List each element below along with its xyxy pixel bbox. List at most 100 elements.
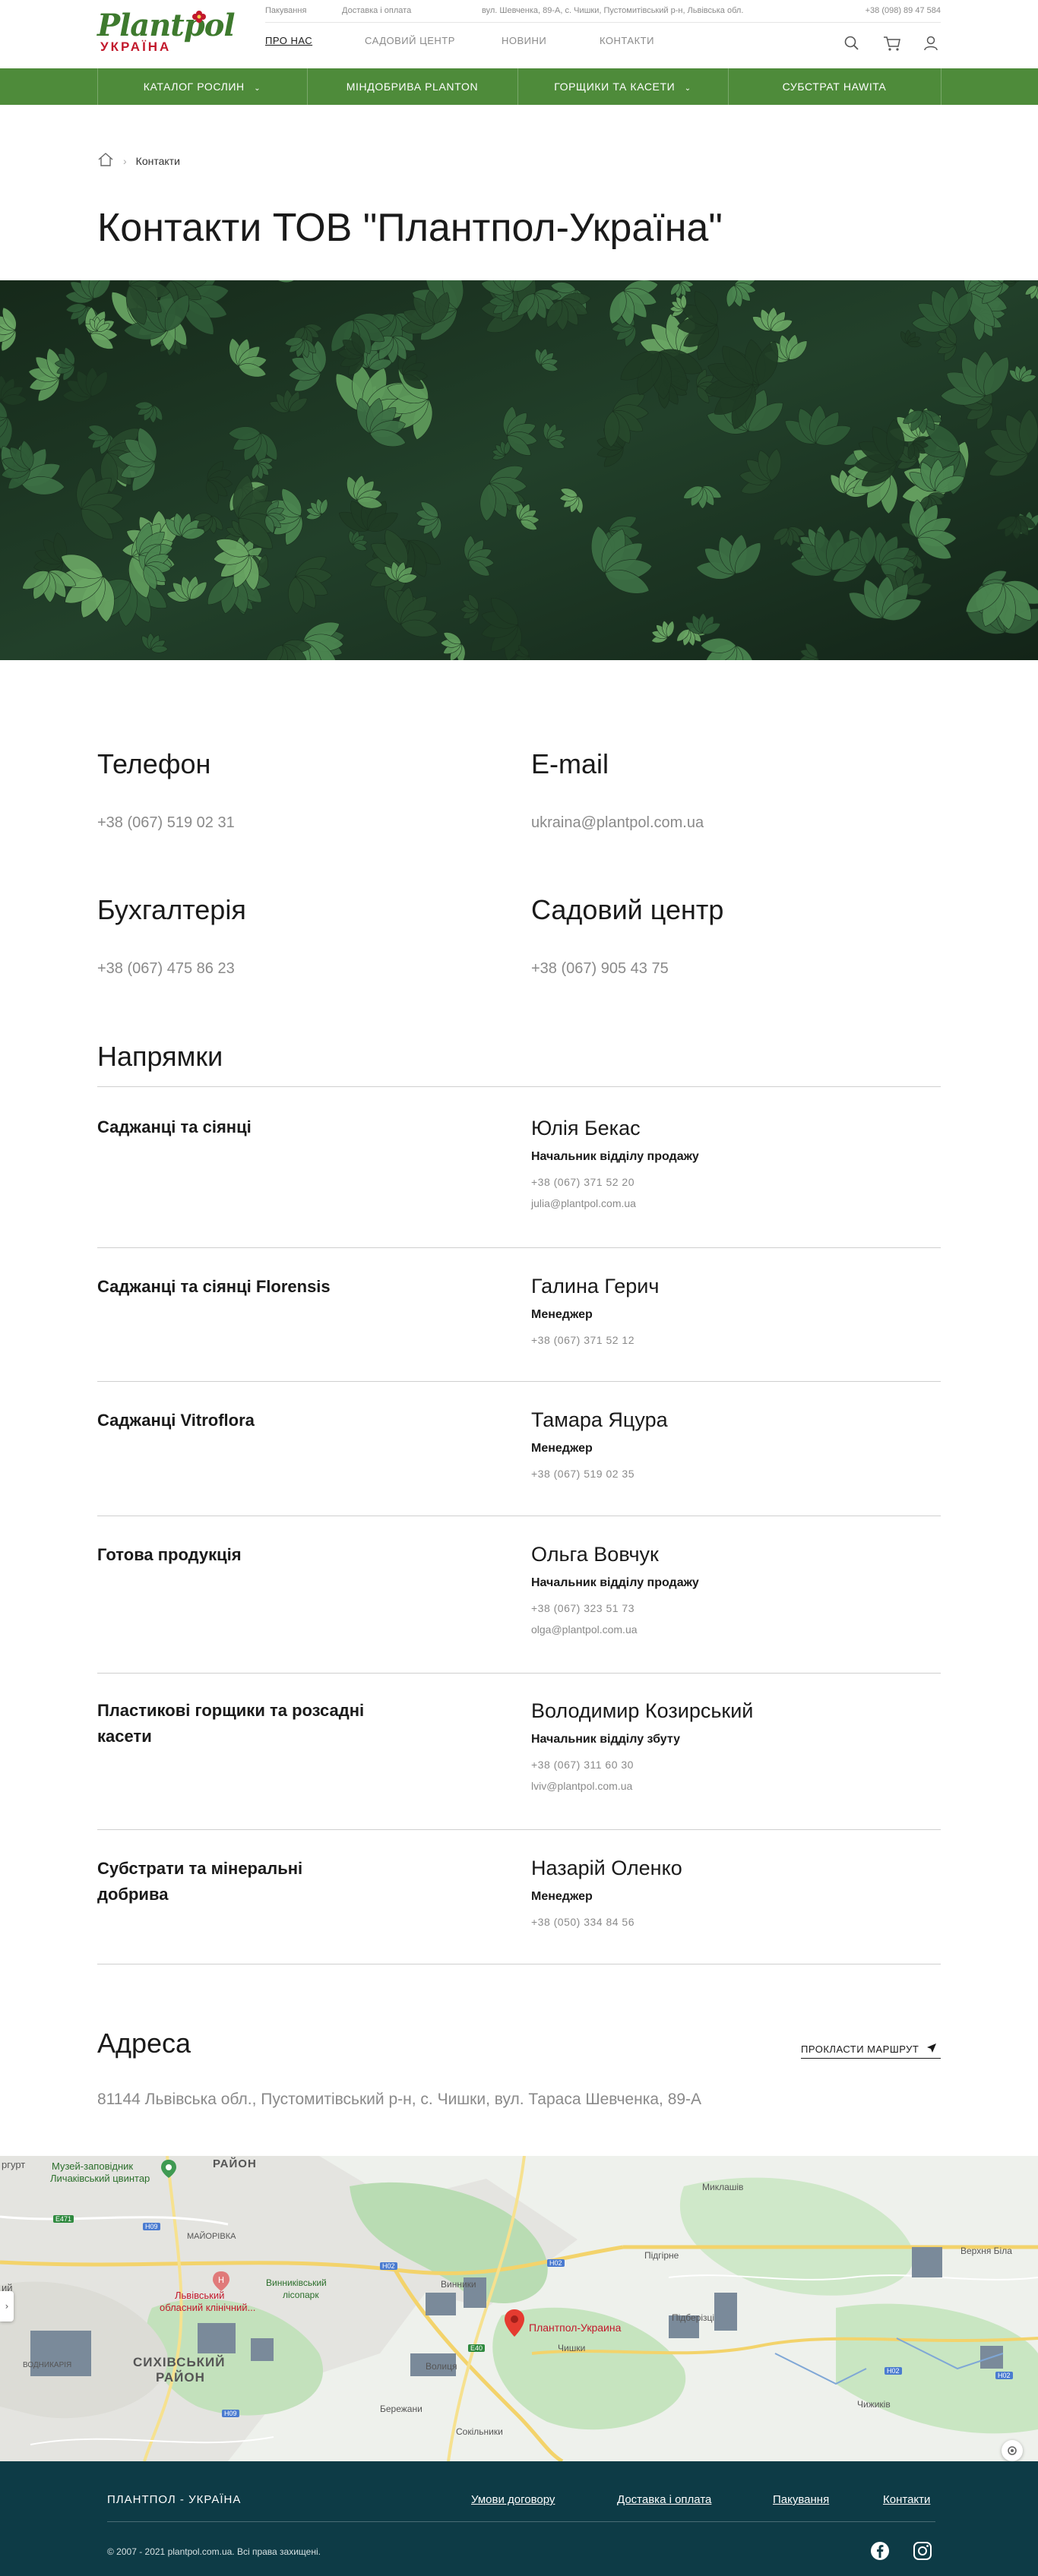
- map-label-hospital-2: обласний клінічний...: [160, 2302, 256, 2313]
- email-title: E-mail: [531, 748, 609, 779]
- navigation-arrow-icon: [926, 2043, 937, 2056]
- road-badge: E40: [468, 2344, 486, 2352]
- contact-person: Ольга Вовчук Начальник відділу продажу +…: [531, 1541, 699, 1636]
- map[interactable]: Музей-заповідник Личаківський цвинтар РА…: [0, 2156, 1038, 2461]
- accounting-value[interactable]: +38 (067) 475 86 23: [97, 960, 235, 978]
- catalog-nav: КАТАЛОГ РОСЛИН ⌄ МІНДОБРИВА PLANTON ГОРЩ…: [0, 68, 1038, 105]
- map-label-plantpol: Плантпол-Украина: [529, 2322, 622, 2334]
- contact-person: Галина Герич Менеджер +38 (067) 371 52 1…: [531, 1273, 659, 1346]
- map-label-sykhiv-2: РАЙОН: [156, 2370, 205, 2385]
- person-role: Начальник відділу збуту: [531, 1733, 680, 1746]
- instagram-icon[interactable]: [912, 2540, 933, 2562]
- footer-terms-link[interactable]: Умови договору: [471, 2493, 555, 2506]
- chevron-down-icon: ⌄: [684, 84, 691, 93]
- cart-icon[interactable]: [883, 35, 901, 53]
- fertilizers-menu[interactable]: МІНДОБРИВА PLANTON: [307, 68, 517, 105]
- map-label-village: Миклашів: [702, 2182, 744, 2192]
- topbar-packaging-link[interactable]: Пакування: [265, 6, 306, 15]
- person-role: Менеджер: [531, 1308, 593, 1321]
- map-label-cropped: ргурт: [2, 2159, 26, 2170]
- chevron-right-icon[interactable]: ›: [0, 2291, 14, 2322]
- map-label-park: Винниківський: [266, 2277, 327, 2288]
- person-name: Галина Герич: [531, 1275, 660, 1297]
- hospital-pin-icon[interactable]: H: [213, 2271, 229, 2294]
- map-label-village: Підберізці: [672, 2312, 715, 2323]
- map-label-village: Верхня Біла: [960, 2246, 1012, 2256]
- map-label-museum: Музей-заповідник: [52, 2160, 134, 2172]
- person-name: Володимир Козирський: [531, 1699, 754, 1722]
- nav-about[interactable]: ПРО НАС: [265, 35, 312, 46]
- divider: [97, 1829, 941, 1830]
- address-text: 81144 Львівська обл., Пустомитівський р-…: [97, 2091, 702, 2108]
- divider: [97, 1673, 941, 1674]
- fertilizers-label: МІНДОБРИВА PLANTON: [346, 81, 479, 93]
- road-badge: H02: [885, 2367, 902, 2375]
- map-label-village: Чижиків: [857, 2399, 891, 2410]
- direction-name: Саджанці та сіянці: [97, 1117, 252, 1136]
- footer-packaging-link[interactable]: Пакування: [773, 2493, 829, 2506]
- map-label-village: Бережани: [380, 2404, 422, 2414]
- nav-contacts[interactable]: КОНТАКТИ: [600, 35, 654, 46]
- nav-garden-center[interactable]: САДОВИЙ ЦЕНТР: [365, 35, 455, 46]
- contact-person: Володимир Козирський Начальник відділу з…: [531, 1698, 753, 1792]
- garden-center-value[interactable]: +38 (067) 905 43 75: [531, 960, 669, 978]
- location-pin-icon[interactable]: [505, 2309, 524, 2340]
- substrate-label: СУБСТРАТ HAWITA: [782, 81, 887, 93]
- catalog-plants-menu[interactable]: КАТАЛОГ РОСЛИН ⌄: [97, 68, 307, 105]
- facebook-icon[interactable]: [869, 2540, 891, 2562]
- email-value[interactable]: ukraina@plantpol.com.ua: [531, 814, 704, 832]
- person-name: Юлія Бекас: [531, 1117, 641, 1139]
- chevron-down-icon: ⌄: [254, 84, 261, 93]
- museum-pin-icon[interactable]: [161, 2160, 176, 2181]
- map-label-sykhiv: СИХІВСЬКИЙ: [133, 2355, 226, 2369]
- phone-value[interactable]: +38 (067) 519 02 31: [97, 814, 235, 832]
- map-label-village: Волиця: [426, 2361, 457, 2372]
- topbar-address: вул. Шевченка, 89-А, с. Чишки, Пустомиті…: [482, 6, 744, 15]
- my-location-icon[interactable]: [1002, 2440, 1023, 2461]
- home-icon[interactable]: [97, 152, 114, 169]
- person-phone[interactable]: +38 (067) 371 52 20: [531, 1176, 699, 1188]
- build-route-button[interactable]: ПРОКЛАСТИ МАРШРУТ: [801, 2040, 941, 2059]
- topbar-phone[interactable]: +38 (098) 89 47 584: [866, 6, 941, 15]
- map-label-village: Чишки: [558, 2343, 586, 2353]
- pots-menu[interactable]: ГОРЩИКИ ТА КАСЕТИ ⌄: [517, 68, 728, 105]
- direction-name: Пластикові горщики та розсадні касети: [97, 1701, 365, 1746]
- topbar-delivery-link[interactable]: Доставка і оплата: [342, 6, 411, 15]
- directions-title: Напрямки: [97, 1041, 223, 1072]
- user-icon[interactable]: [922, 35, 941, 53]
- footer-delivery-link[interactable]: Доставка і оплата: [617, 2493, 711, 2506]
- logo[interactable]: Plantpol УКРАЇНА: [97, 11, 236, 54]
- direction-name: Саджанці Vitroflora: [97, 1411, 255, 1430]
- road-badge: H02: [995, 2372, 1013, 2379]
- map-label-village: Винники: [441, 2279, 476, 2290]
- person-email[interactable]: lviv@plantpol.com.ua: [531, 1780, 753, 1792]
- nav-news[interactable]: НОВИНИ: [502, 35, 546, 46]
- substrate-menu[interactable]: СУБСТРАТ HAWITA: [728, 68, 941, 105]
- person-email[interactable]: julia@plantpol.com.ua: [531, 1197, 699, 1209]
- search-icon[interactable]: [843, 35, 862, 53]
- road-badge: H09: [222, 2410, 239, 2417]
- person-role: Менеджер: [531, 1442, 593, 1455]
- footer-brand: ПЛАНТПОЛ - УКРАЇНА: [107, 2493, 242, 2506]
- direction-name: Саджанці та сіянці Florensis: [97, 1277, 331, 1296]
- road-badge: E471: [53, 2215, 74, 2223]
- divider: [97, 1247, 941, 1248]
- person-email[interactable]: olga@plantpol.com.ua: [531, 1623, 699, 1636]
- direction-name: Готова продукція: [97, 1545, 242, 1564]
- header-icons: [842, 35, 941, 53]
- person-phone[interactable]: +38 (067) 311 60 30: [531, 1759, 753, 1771]
- footer-contacts-link[interactable]: Контакти: [883, 2493, 930, 2506]
- svg-text:H: H: [218, 2275, 224, 2285]
- person-phone[interactable]: +38 (067) 323 51 73: [531, 1602, 699, 1614]
- map-label-village: Сокільники: [456, 2426, 503, 2437]
- map-label-park-2: лісопарк: [283, 2290, 319, 2300]
- person-name: Ольга Вовчук: [531, 1543, 659, 1566]
- person-phone[interactable]: +38 (050) 334 84 56: [531, 1916, 682, 1928]
- person-name: Назарій Оленко: [531, 1857, 682, 1879]
- footer-divider: [107, 2521, 935, 2522]
- map-label-village: Підгірне: [644, 2250, 679, 2261]
- contact-person: Юлія Бекас Начальник відділу продажу +38…: [531, 1115, 699, 1209]
- person-phone[interactable]: +38 (067) 519 02 35: [531, 1468, 668, 1480]
- person-phone[interactable]: +38 (067) 371 52 12: [531, 1334, 659, 1346]
- hero-image-leaves: [0, 280, 1038, 660]
